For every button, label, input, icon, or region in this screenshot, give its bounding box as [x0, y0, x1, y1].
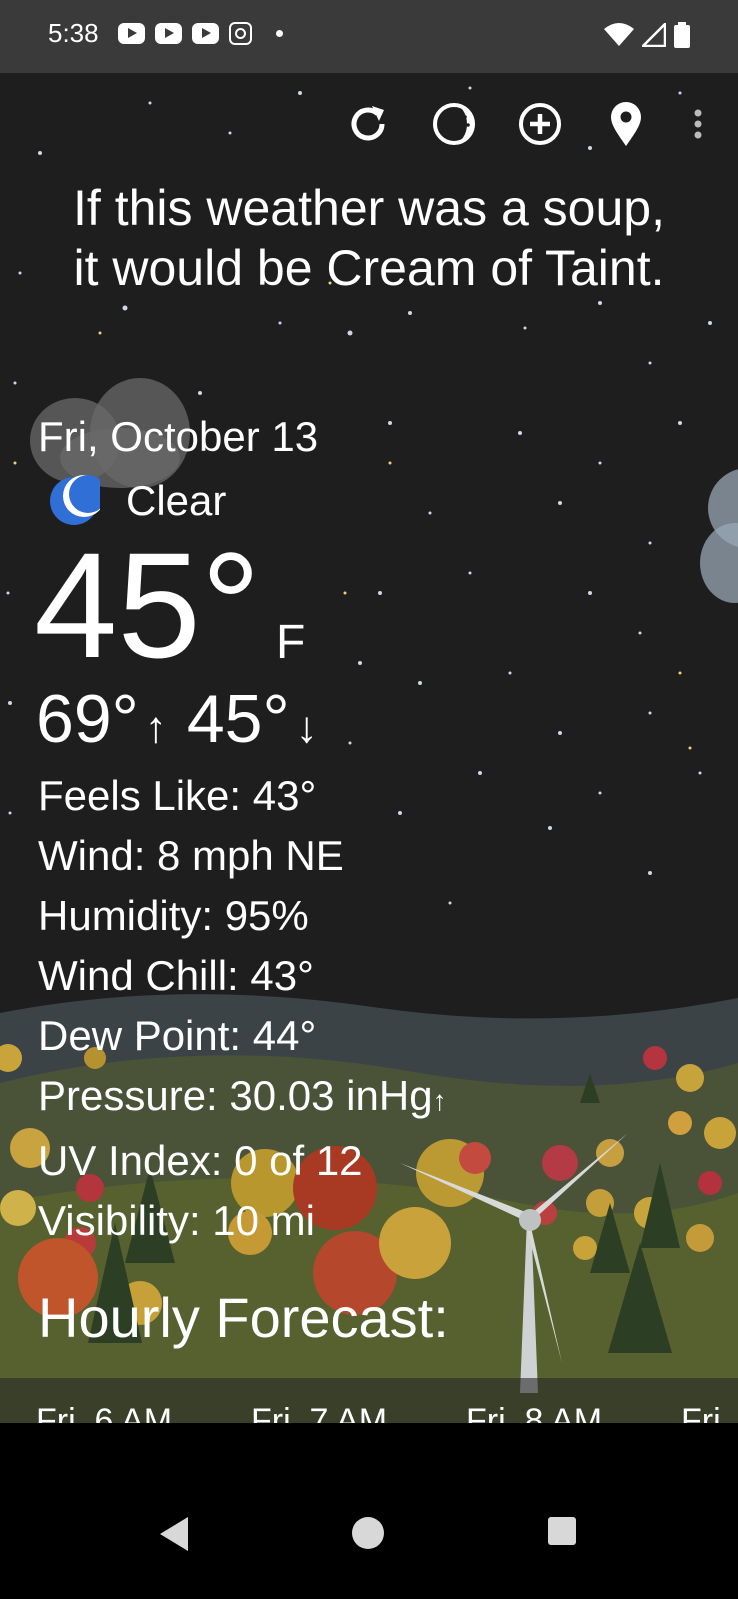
location-button[interactable]	[602, 100, 650, 148]
condition-row: Clear	[48, 475, 226, 527]
status-time: 5:38	[48, 18, 99, 48]
current-date: Fri, October 13	[38, 413, 319, 460]
recents-button[interactable]	[548, 1517, 576, 1545]
instagram-icon	[229, 22, 252, 45]
hourly-forecast-title: Hourly Forecast:	[38, 1286, 449, 1349]
temperature-unit: F	[276, 616, 306, 669]
hourly-item[interactable]: Fri, 7 AM	[251, 1402, 387, 1423]
hourly-item[interactable]: Fri, 8 AM	[466, 1402, 602, 1423]
current-temperature: 45°	[34, 521, 261, 689]
humidity: Humidity: 95%	[38, 892, 309, 939]
condition-text: Clear	[126, 477, 227, 524]
system-icons	[604, 22, 690, 48]
arrow-down-icon: ↓	[295, 703, 318, 752]
hourly-forecast-list[interactable]: Fri, 6 AM Fri, 7 AM Fri, 8 AM Fri	[0, 1378, 738, 1423]
signal-icon	[642, 23, 666, 47]
youtube-icon	[192, 23, 219, 44]
weather-details: Feels Like: 43° Wind: 8 mph NE Humidity:…	[38, 766, 447, 1251]
toolbar	[344, 100, 708, 148]
pressure-rising-icon: ↑	[432, 1085, 447, 1116]
status-bar: 5:38	[0, 0, 738, 73]
refresh-icon	[351, 106, 385, 141]
arrow-up-icon: ↑	[144, 703, 167, 752]
low-temperature: 45°	[186, 681, 290, 757]
moon-icon	[50, 475, 100, 525]
dew-point: Dew Point: 44°	[38, 1012, 317, 1059]
youtube-icon	[118, 23, 145, 44]
notification-icons	[118, 22, 283, 45]
hourly-item[interactable]: Fri, 6 AM	[36, 1402, 172, 1423]
pressure-row: Pressure: 30.03 inHg↑	[38, 1066, 447, 1131]
back-button[interactable]	[160, 1517, 188, 1551]
navigation-bar	[0, 1423, 738, 1599]
more-vert-icon	[694, 109, 702, 139]
theme-button[interactable]	[430, 100, 478, 148]
location-pin-icon	[611, 102, 641, 146]
more-options-button[interactable]	[688, 100, 708, 148]
quip-line-1: If this weather was a soup,	[73, 180, 665, 236]
refresh-button[interactable]	[344, 100, 392, 148]
uv-index: UV Index: 0 of 12	[38, 1137, 363, 1184]
add-location-icon	[519, 103, 561, 145]
feels-like: Feels Like: 43°	[38, 772, 317, 819]
high-low: 69° ↑ 45° ↓	[36, 680, 318, 758]
battery-icon	[674, 22, 690, 48]
home-button[interactable]	[352, 1517, 384, 1549]
weather-quip: If this weather was a soup, it would be …	[0, 178, 738, 298]
wind-chill: Wind Chill: 43°	[38, 952, 314, 999]
dot-icon	[276, 30, 283, 37]
wind: Wind: 8 mph NE	[38, 832, 344, 879]
hourly-item[interactable]: Fri	[681, 1402, 721, 1423]
theme-icon	[433, 103, 475, 145]
add-location-button[interactable]	[516, 100, 564, 148]
youtube-icon	[155, 23, 182, 44]
high-temperature: 69°	[36, 681, 139, 757]
wifi-icon	[604, 23, 634, 46]
quip-line-2: it would be Cream of Taint.	[73, 240, 665, 296]
pressure: Pressure: 30.03 inHg	[38, 1072, 433, 1119]
visibility: Visibility: 10 mi	[38, 1197, 315, 1244]
